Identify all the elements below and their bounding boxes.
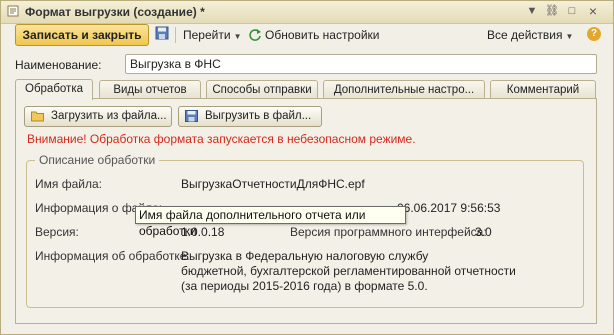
export-to-file-button[interactable]: Выгрузить в файл... (178, 106, 322, 127)
window-title: Формат выгрузки (создание) * (25, 5, 205, 19)
description-line: бюджетной, бухгалтерской регламентирован… (181, 264, 516, 278)
load-from-file-label: Загрузить из файла... (51, 110, 167, 122)
link-icon[interactable]: ⛓ (545, 4, 559, 18)
file-name-label: Имя файла: (35, 177, 102, 191)
tab-additional-settings[interactable]: Дополнительные настро... (323, 80, 485, 99)
goto-label: Перейти (183, 28, 231, 42)
file-name-value: ВыгрузкаОтчетностиДляФНС.epf (181, 177, 365, 191)
tab-send-methods[interactable]: Способы отправки (206, 80, 318, 99)
tab-comment[interactable]: Комментарий (490, 80, 596, 99)
save-icon[interactable] (155, 26, 169, 40)
goto-menu[interactable]: Перейти ▼ (183, 28, 241, 42)
description-line: (за периоды 2015-2016 года) в формате 5.… (181, 279, 428, 293)
tab-report-types[interactable]: Виды отчетов (99, 80, 201, 99)
file-info-value: 06.06.2017 9:56:53 (397, 201, 501, 215)
name-label: Наименование: (15, 58, 102, 72)
description-label: Информация об обработке: (35, 249, 190, 263)
toolbar: Записать и закрыть Перейти ▼ Обновить нас… (1, 24, 613, 48)
file-name-tooltip: Имя файла дополнительного отчета или обр… (135, 206, 406, 238)
description-line: Выгрузка в Федеральную налоговую службу (181, 249, 429, 263)
save-and-close-button[interactable]: Записать и закрыть (15, 24, 149, 46)
group-title: Описание обработки (35, 153, 160, 167)
all-actions-label: Все действия (487, 28, 563, 42)
toolbar-separator (175, 27, 176, 43)
window-menu-icon[interactable]: ▼ (525, 4, 539, 18)
folder-icon (31, 111, 44, 122)
name-field[interactable]: Выгрузка в ФНС (125, 54, 597, 74)
all-actions-menu[interactable]: Все действия ▼ (487, 28, 573, 42)
refresh-settings-button[interactable]: Обновить настройки (265, 28, 379, 42)
api-version-value: 3.0 (475, 225, 492, 239)
api-version-label: Версия программного интерфейса: (290, 225, 487, 239)
close-icon[interactable]: × (586, 4, 600, 18)
unsafe-mode-warning: Внимание! Обработка формата запускается … (27, 132, 416, 146)
chevron-down-icon: ▼ (233, 32, 242, 41)
chevron-down-icon: ▼ (565, 32, 574, 41)
save-icon (185, 110, 198, 122)
refresh-icon[interactable] (248, 28, 262, 42)
load-from-file-button[interactable]: Загрузить из файла... (24, 106, 172, 127)
title-bar: Формат выгрузки (создание) * ▼ ⛓ □ × (1, 1, 613, 24)
tab-processing[interactable]: Обработка (15, 79, 93, 100)
export-to-file-label: Выгрузить в файл... (205, 110, 312, 122)
maximize-icon[interactable]: □ (565, 4, 579, 18)
help-icon[interactable]: ? (587, 27, 601, 41)
version-label: Версия: (35, 225, 79, 239)
document-icon (7, 5, 19, 17)
tab-bar: Обработка Виды отчетов Способы отправки … (15, 79, 596, 100)
report-export-format-window: Формат выгрузки (создание) * ▼ ⛓ □ × Зап… (0, 0, 614, 335)
processing-description-group: Описание обработки Имя файла: ВыгрузкаОт… (26, 153, 584, 308)
